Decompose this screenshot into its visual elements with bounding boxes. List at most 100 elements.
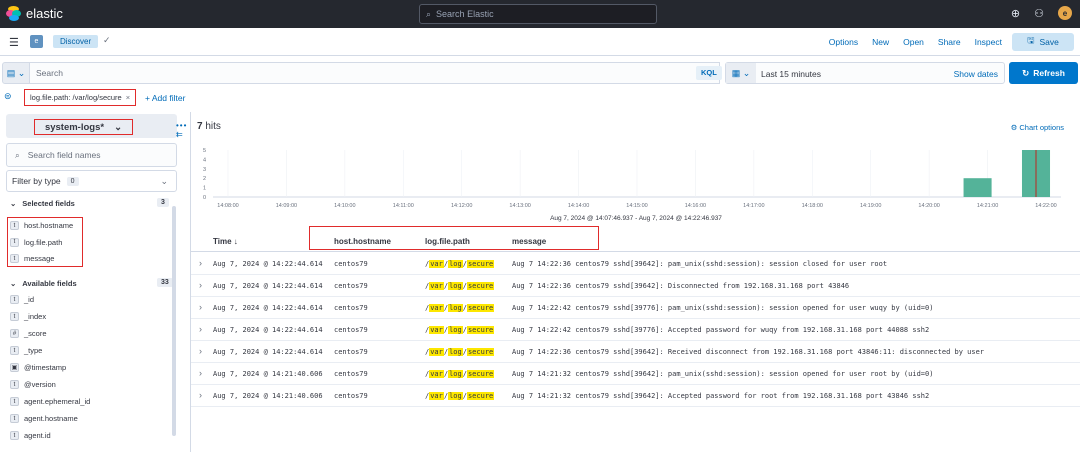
table-header: Time ↓ host.hostname log.file.path messa… bbox=[191, 226, 1080, 252]
field-name: _type bbox=[24, 346, 43, 355]
cell-message: Aug 7 14:22:36 centos79 sshd[39642]: pam… bbox=[512, 260, 888, 268]
field-item[interactable]: t agent.id bbox=[10, 431, 51, 440]
chart-options-button[interactable]: ⚙ Chart options bbox=[1011, 123, 1064, 132]
new-link[interactable]: New bbox=[872, 37, 889, 47]
field-item[interactable]: t message bbox=[10, 254, 54, 263]
cell-time: Aug 7, 2024 @ 14:22:44.614 bbox=[213, 326, 323, 334]
available-fields-header[interactable]: ⌄ Available fields bbox=[10, 279, 77, 288]
expand-row-icon[interactable]: › bbox=[199, 346, 202, 356]
filter-options-icon[interactable]: ⊜ bbox=[4, 91, 12, 102]
inspect-link[interactable]: Inspect bbox=[975, 37, 1002, 47]
add-filter-button[interactable]: + Add filter bbox=[145, 93, 185, 103]
cell-message: Aug 7 14:22:42 centos79 sshd[39776]: pam… bbox=[512, 304, 934, 312]
space-avatar[interactable]: e bbox=[30, 35, 43, 48]
breadcrumb-discover[interactable]: Discover bbox=[53, 35, 99, 48]
index-pattern-picker[interactable]: system-logs* ⌄ bbox=[6, 114, 177, 138]
saved-query-menu-button[interactable]: ▤ ⌄ bbox=[2, 62, 30, 84]
options-link[interactable]: Options bbox=[829, 37, 858, 47]
field-type-icon: t bbox=[10, 237, 19, 247]
kql-toggle[interactable]: KQL bbox=[696, 66, 722, 80]
expand-row-icon[interactable]: › bbox=[199, 324, 202, 334]
field-type-icon: t bbox=[10, 431, 19, 440]
global-search-placeholder: Search Elastic bbox=[436, 9, 494, 19]
expand-row-icon[interactable]: › bbox=[199, 302, 202, 312]
help-icon[interactable]: ⊕ bbox=[1011, 7, 1020, 20]
field-item[interactable]: t agent.ephemeral_id bbox=[10, 397, 90, 406]
histogram-chart[interactable]: 0 1 2 3 4 5 14:08:00 14:09:00 14:10:00 14:11:00 14… bbox=[191, 142, 1080, 228]
field-item[interactable]: t host.hostname bbox=[10, 221, 73, 230]
query-placeholder: Search bbox=[36, 68, 63, 78]
menu-icon[interactable]: ☰ bbox=[9, 36, 19, 49]
save-button[interactable]: 🖫 Save bbox=[1012, 33, 1074, 51]
chevron-down-icon: ⌄ bbox=[160, 176, 168, 186]
field-item[interactable]: ▣ @timestamp bbox=[10, 363, 66, 372]
cell-time: Aug 7, 2024 @ 14:22:44.614 bbox=[213, 304, 323, 312]
table-row[interactable]: › Aug 7, 2024 @ 14:22:44.614 centos79/var/… bbox=[191, 319, 1080, 341]
table-row[interactable]: › Aug 7, 2024 @ 14:22:44.614 centos79/var/… bbox=[191, 341, 1080, 363]
chevron-down-icon[interactable]: ✓ bbox=[103, 35, 111, 46]
table-row[interactable]: › Aug 7, 2024 @ 14:21:40.606 centos79/var/… bbox=[191, 385, 1080, 407]
field-type-icon: t bbox=[10, 414, 19, 423]
field-item[interactable]: # _score bbox=[10, 329, 47, 338]
refresh-button[interactable]: ↻ Refresh bbox=[1009, 62, 1078, 84]
close-icon[interactable]: × bbox=[126, 93, 130, 102]
newsfeed-icon[interactable]: ⚇ bbox=[1034, 7, 1044, 20]
open-link[interactable]: Open bbox=[903, 37, 924, 47]
elastic-logo[interactable]: elastic bbox=[6, 6, 63, 21]
x-tick-label: 14:12:00 bbox=[451, 203, 472, 209]
x-tick-label: 14:19:00 bbox=[860, 203, 881, 209]
field-item[interactable]: t _type bbox=[10, 346, 42, 355]
cell-path: /var/log/secure bbox=[425, 282, 495, 290]
highlight: var bbox=[429, 260, 444, 268]
filter-by-type-button[interactable]: Filter by type 0 ⌄ bbox=[6, 170, 177, 192]
search-icon: ⌕ bbox=[426, 8, 432, 19]
x-tick-label: 14:08:00 bbox=[217, 203, 238, 209]
highlight: secure bbox=[466, 260, 495, 268]
field-item[interactable]: t _index bbox=[10, 312, 46, 321]
avatar[interactable]: e bbox=[1058, 6, 1072, 20]
cell-host: centos79 bbox=[334, 392, 368, 400]
available-count-badge: 33 bbox=[157, 278, 173, 287]
query-input[interactable]: Search bbox=[30, 62, 720, 84]
highlight: secure bbox=[466, 348, 495, 356]
calendar-icon[interactable]: ▦ ⌄ bbox=[726, 63, 756, 83]
date-range-text[interactable]: Last 15 minutes bbox=[761, 69, 821, 79]
filter-pill-label: log.file.path: /var/log/secure bbox=[30, 93, 122, 102]
filter-pill[interactable]: log.file.path: /var/log/secure × bbox=[24, 89, 137, 106]
column-header-message[interactable]: message bbox=[512, 237, 546, 246]
chevron-down-icon: ⌄ bbox=[114, 121, 123, 133]
field-item[interactable]: t agent.hostname bbox=[10, 414, 78, 423]
field-item[interactable]: t log.file.path bbox=[10, 237, 62, 247]
table-row[interactable]: › Aug 7, 2024 @ 14:22:44.614 centos79/var/… bbox=[191, 275, 1080, 297]
table-row[interactable]: › Aug 7, 2024 @ 14:21:40.606 centos79/var/… bbox=[191, 363, 1080, 385]
expand-row-icon[interactable]: › bbox=[199, 368, 202, 378]
global-search-input[interactable]: ⌕ Search Elastic bbox=[419, 4, 657, 24]
highlight: var bbox=[429, 304, 444, 312]
field-search-input[interactable]: ⌕ Search field names bbox=[6, 143, 177, 167]
expand-row-icon[interactable]: › bbox=[199, 258, 202, 268]
selected-fields-header[interactable]: ⌄ Selected fields bbox=[10, 199, 75, 208]
table-row[interactable]: › Aug 7, 2024 @ 14:22:44.614 centos79/var/… bbox=[191, 253, 1080, 275]
field-type-icon: t bbox=[10, 221, 19, 230]
table-row[interactable]: › Aug 7, 2024 @ 14:22:44.614 centos79/var/… bbox=[191, 297, 1080, 319]
field-name: agent.id bbox=[24, 431, 51, 440]
date-picker[interactable]: ▦ ⌄ Last 15 minutes Show dates bbox=[725, 62, 1005, 84]
index-pattern-actions-icon[interactable]: ••• ⇇ bbox=[176, 121, 190, 139]
share-link[interactable]: Share bbox=[938, 37, 961, 47]
field-item[interactable]: t @version bbox=[10, 380, 56, 389]
sidebar-scrollbar[interactable] bbox=[172, 206, 176, 436]
highlight: log bbox=[448, 260, 463, 268]
x-tick-label: 14:14:00 bbox=[568, 203, 589, 209]
x-tick-label: 14:17:00 bbox=[743, 203, 764, 209]
cell-path: /var/log/secure bbox=[425, 326, 495, 334]
chevron-down-icon: ⌄ bbox=[10, 279, 17, 288]
column-header-host-hostname[interactable]: host.hostname bbox=[334, 237, 391, 246]
expand-row-icon[interactable]: › bbox=[199, 280, 202, 290]
show-dates-link[interactable]: Show dates bbox=[954, 69, 998, 79]
column-header-log-file-path[interactable]: log.file.path bbox=[425, 237, 470, 246]
column-header-time[interactable]: Time ↓ bbox=[213, 237, 238, 246]
expand-row-icon[interactable]: › bbox=[199, 390, 202, 400]
field-item[interactable]: t _id bbox=[10, 295, 34, 304]
cell-host: centos79 bbox=[334, 304, 368, 312]
selected-count-badge: 3 bbox=[157, 198, 169, 207]
